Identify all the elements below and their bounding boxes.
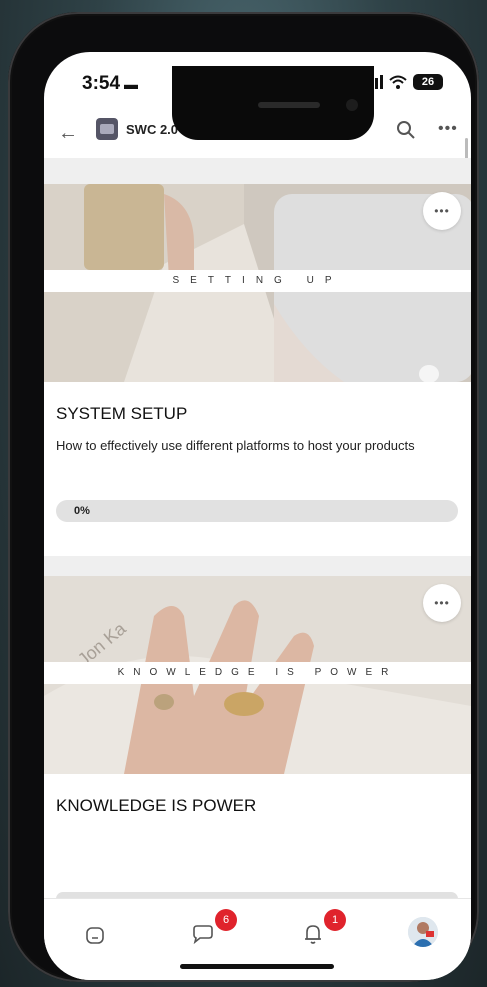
home-indicator (180, 964, 334, 969)
card-description: How to effectively use different platfor… (56, 438, 415, 453)
course-card[interactable]: Jon Ka KNOWLEDGE IS POWER ••• KNOWLEDGE … (44, 576, 471, 916)
messages-badge: 6 (215, 909, 237, 931)
phone-frame: 3:54 ▬ 26 ← SWC 2.0 The Level Up ••• (8, 12, 479, 982)
chat-icon[interactable] (190, 921, 216, 947)
status-right: 26 (365, 74, 443, 90)
status-time: 3:54 (82, 73, 121, 94)
progress-label: 0% (74, 505, 90, 517)
more-icon[interactable]: ••• (438, 120, 458, 138)
wifi-icon (389, 75, 407, 89)
progress-bar: 0% (56, 500, 458, 522)
card-more-icon[interactable]: ••• (423, 584, 461, 622)
avatar[interactable] (408, 917, 438, 947)
card-more-icon[interactable]: ••• (423, 192, 461, 230)
search-icon[interactable] (394, 118, 418, 142)
card-title: KNOWLEDGE IS POWER (56, 796, 257, 815)
battery-icon: 26 (413, 74, 443, 90)
sleep-icon: ▬ (124, 76, 138, 92)
card-banner: SETTING UP (44, 270, 471, 292)
back-arrow-icon[interactable]: ← (58, 122, 78, 145)
course-card[interactable]: SETTING UP ••• SYSTEM SETUP How to effec… (44, 184, 471, 556)
home-icon[interactable] (82, 921, 108, 947)
card-banner: KNOWLEDGE IS POWER (44, 662, 471, 684)
card-title: SYSTEM SETUP (56, 404, 188, 423)
community-logo (96, 118, 118, 140)
notch (172, 66, 374, 140)
screen: 3:54 ▬ 26 ← SWC 2.0 The Level Up ••• (44, 52, 471, 980)
feed: SETTING UP ••• SYSTEM SETUP How to effec… (44, 158, 471, 916)
speaker (258, 102, 320, 108)
notifications-badge: 1 (324, 909, 346, 931)
camera (346, 99, 358, 111)
bell-icon[interactable] (300, 921, 326, 947)
